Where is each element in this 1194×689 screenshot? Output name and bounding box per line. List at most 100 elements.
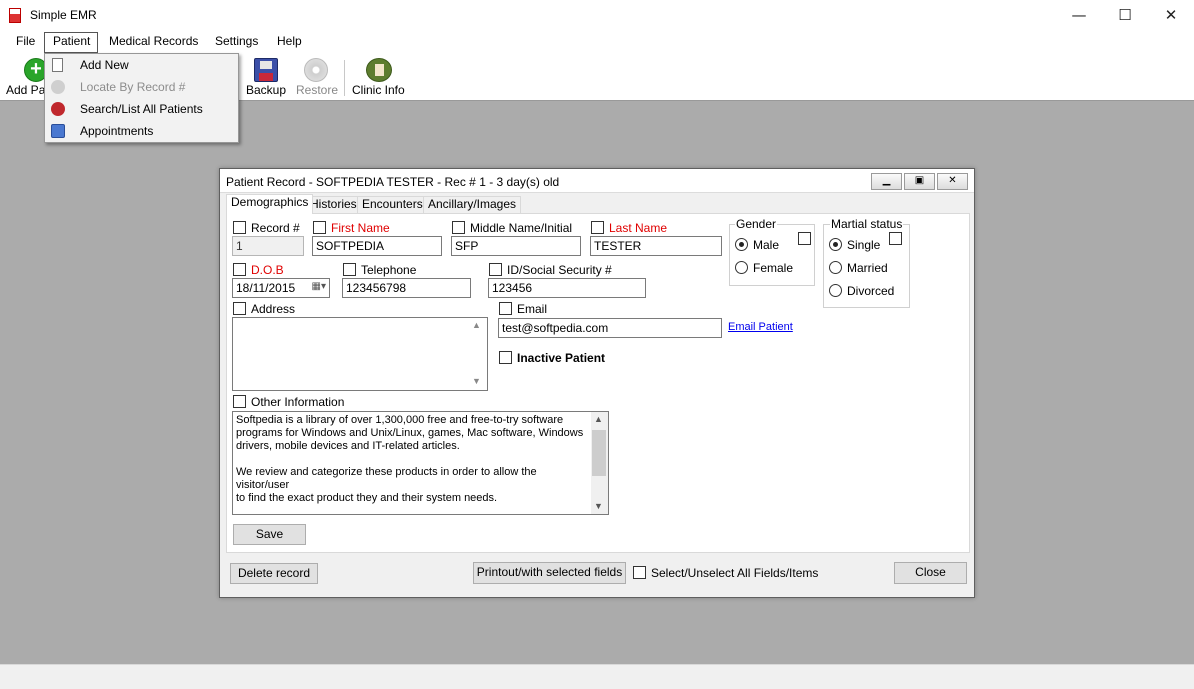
menu-item-search-list[interactable]: Search/List All Patients <box>45 98 238 120</box>
gender-checkbox[interactable] <box>798 232 811 245</box>
clinic-info-button[interactable]: Clinic Info <box>352 83 405 97</box>
last-name-label: Last Name <box>609 221 668 235</box>
first-name-field[interactable]: SOFTPEDIA <box>312 236 442 256</box>
email-field[interactable]: test@softpedia.com <box>498 318 722 338</box>
demographics-panel: Record # 1 First Name SOFTPEDIA Middle N… <box>226 213 970 553</box>
gender-female-label: Female <box>753 261 794 275</box>
other-information-label: Other Information <box>251 395 345 409</box>
inactive-patient-checkbox[interactable] <box>499 351 512 364</box>
cd-disc-icon <box>304 58 328 82</box>
delete-record-button[interactable]: Delete record <box>230 563 318 584</box>
telephone-checkbox[interactable] <box>343 263 356 276</box>
dialog-restore-button[interactable]: ▣ <box>904 173 935 190</box>
dialog-minimize-button[interactable]: ▁ <box>871 173 902 190</box>
last-name-checkbox[interactable] <box>591 221 604 234</box>
add-patient-button[interactable]: Add Pa <box>6 83 45 97</box>
search-list-icon <box>51 102 65 116</box>
dialog-close-text-button[interactable]: Close <box>894 562 967 584</box>
email-label: Email <box>517 302 548 316</box>
patient-menu-dropdown: Add New Locate By Record # Search/List A… <box>44 53 239 143</box>
telephone-field[interactable]: 123456798 <box>342 278 471 298</box>
menu-medical-records[interactable]: Medical Records <box>108 34 199 48</box>
dialog-close-button[interactable]: ✕ <box>937 173 968 190</box>
marital-single-radio[interactable] <box>829 238 842 251</box>
menu-settings[interactable]: Settings <box>214 34 259 48</box>
marital-married-label: Married <box>847 261 888 275</box>
menu-help[interactable]: Help <box>276 34 303 48</box>
telephone-label: Telephone <box>361 263 417 277</box>
first-name-checkbox[interactable] <box>313 221 326 234</box>
other-info-scrollbar[interactable]: ▲ ▼ <box>591 412 608 514</box>
status-bar <box>0 664 1194 689</box>
last-name-field[interactable]: TESTER <box>590 236 722 256</box>
address-checkbox[interactable] <box>233 302 246 315</box>
menu-file[interactable]: File <box>15 34 36 48</box>
select-all-label: Select/Unselect All Fields/Items <box>651 566 819 580</box>
restore-button: Restore <box>296 83 339 97</box>
record-number-checkbox[interactable] <box>233 221 246 234</box>
inactive-patient-label: Inactive Patient <box>517 351 606 365</box>
select-all-checkbox[interactable] <box>633 566 646 579</box>
menu-item-appointments[interactable]: Appointments <box>45 120 238 142</box>
record-number-label: Record # <box>251 221 300 235</box>
address-label: Address <box>251 302 296 316</box>
email-patient-link[interactable]: Email Patient <box>728 321 793 333</box>
dob-date-picker[interactable]: 18/11/2015 ▦▾ <box>232 278 330 298</box>
document-icon <box>52 58 63 72</box>
tab-encounters[interactable]: Encounters <box>357 196 428 213</box>
title-bar <box>0 0 1194 31</box>
middle-name-label: Middle Name/Initial <box>470 221 573 235</box>
marital-status-checkbox[interactable] <box>889 232 902 245</box>
tab-ancillary-images[interactable]: Ancillary/Images <box>423 196 522 213</box>
middle-name-checkbox[interactable] <box>452 221 465 234</box>
address-textarea[interactable] <box>232 317 488 391</box>
other-info-line: programs for Windows and Unix/Linux, gam… <box>236 427 584 439</box>
id-ssn-label: ID/Social Security # <box>507 263 612 277</box>
gender-female-radio[interactable] <box>735 261 748 274</box>
record-number-field: 1 <box>232 236 304 256</box>
marital-divorced-radio[interactable] <box>829 284 842 297</box>
other-info-line: to find the exact product they and their… <box>236 492 498 504</box>
first-name-label: First Name <box>331 221 390 235</box>
calendar-dropdown-icon[interactable]: ▦▾ <box>312 281 326 292</box>
locate-icon <box>51 80 65 94</box>
marital-divorced-label: Divorced <box>847 284 895 298</box>
tab-histories[interactable]: Histories <box>305 196 362 213</box>
menu-item-add-new[interactable]: Add New <box>45 54 238 76</box>
menu-item-locate-by-record: Locate By Record # <box>45 76 238 98</box>
menu-item-label: Appointments <box>80 124 154 138</box>
backup-button[interactable]: Backup <box>246 83 286 97</box>
maximize-button[interactable]: ☐ <box>1102 0 1148 31</box>
scroll-down-icon[interactable]: ▼ <box>594 500 603 513</box>
email-checkbox[interactable] <box>499 302 512 315</box>
scrollbar-thumb[interactable] <box>592 430 606 476</box>
marital-married-radio[interactable] <box>829 261 842 274</box>
dialog-title: Patient Record - SOFTPEDIA TESTER - Rec … <box>226 175 560 189</box>
gender-male-label: Male <box>753 238 780 252</box>
minimize-button[interactable]: — <box>1056 0 1102 31</box>
patient-record-dialog: Patient Record - SOFTPEDIA TESTER - Rec … <box>219 168 975 598</box>
dob-checkbox[interactable] <box>233 263 246 276</box>
scroll-up-icon[interactable]: ▲ <box>472 320 481 330</box>
middle-name-field[interactable]: SFP <box>451 236 581 256</box>
other-information-textarea[interactable]: Softpedia is a library of over 1,300,000… <box>232 411 609 515</box>
id-ssn-field[interactable]: 123456 <box>488 278 646 298</box>
scroll-down-icon[interactable]: ▼ <box>472 376 481 386</box>
toolbar-divider <box>344 60 345 96</box>
other-info-line: drivers, mobile devices and IT-related a… <box>236 440 460 452</box>
dialog-title-bar: Patient Record - SOFTPEDIA TESTER - Rec … <box>220 169 974 193</box>
id-ssn-checkbox[interactable] <box>489 263 502 276</box>
scroll-up-icon[interactable]: ▲ <box>594 413 603 426</box>
save-button[interactable]: Save <box>233 524 306 545</box>
printout-button[interactable]: Printout/with selected fields <box>473 562 626 584</box>
gender-male-radio[interactable] <box>735 238 748 251</box>
thermometer-icon <box>9 8 21 23</box>
floppy-disk-icon[interactable] <box>254 58 278 82</box>
close-button[interactable]: ✕ <box>1148 0 1194 31</box>
menu-patient[interactable]: Patient <box>52 34 91 48</box>
tab-demographics[interactable]: Demographics <box>226 194 314 214</box>
menu-item-label: Add New <box>80 58 129 72</box>
marital-status-group-title: Martial status <box>830 217 904 231</box>
clinic-info-icon[interactable] <box>366 58 392 82</box>
other-information-checkbox[interactable] <box>233 395 246 408</box>
